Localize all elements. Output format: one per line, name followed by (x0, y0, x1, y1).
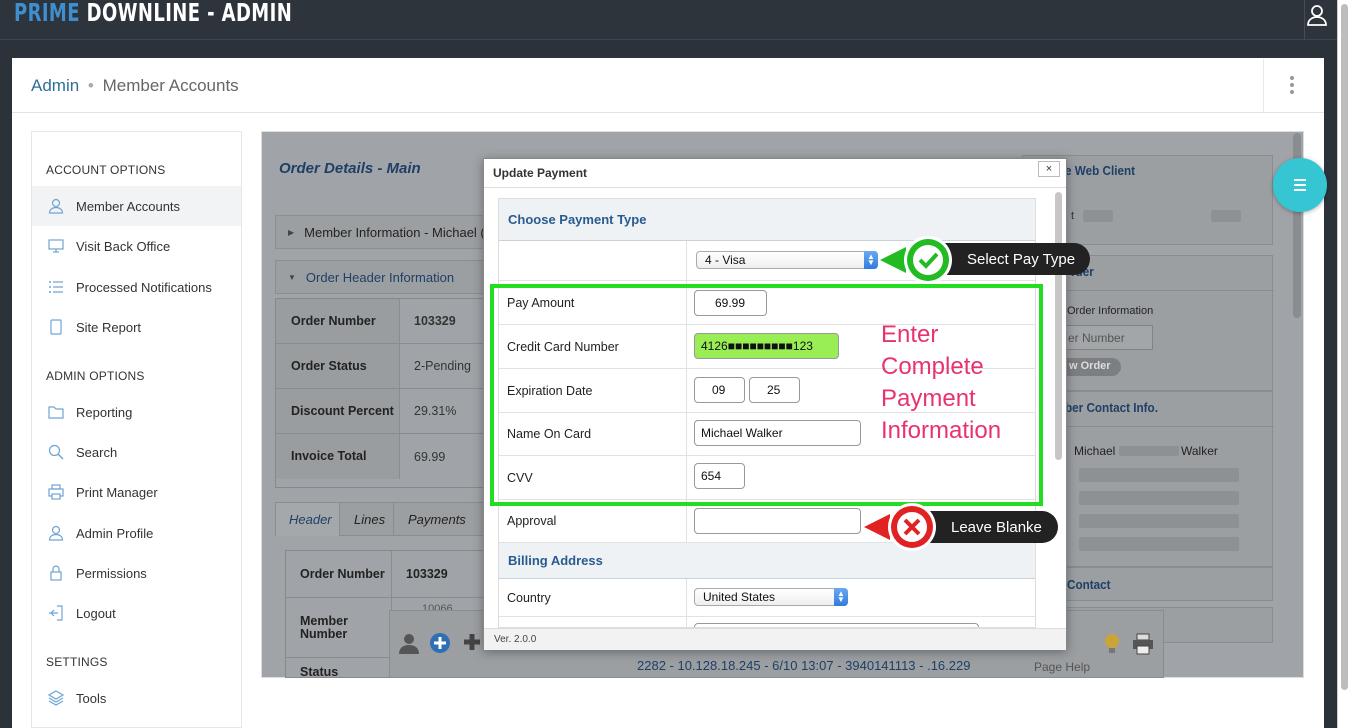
member-information-accordion[interactable]: ▶ Member Information - Michael (D (275, 215, 487, 249)
sidebar-section-settings: SETTINGS (46, 655, 108, 669)
menu-fab-button[interactable] (1273, 158, 1327, 212)
sidebar-item-tools[interactable]: Tools (32, 678, 241, 718)
order-number-input[interactable]: er Number (1061, 325, 1153, 350)
order-details-title: Order Details - Main (279, 160, 421, 177)
navbar-divider (1304, 0, 1305, 40)
modal-title: Update Payment (493, 166, 588, 180)
address-row (499, 617, 1035, 627)
select-arrows-icon: ▲ ▼ (834, 588, 848, 606)
header-divider (1263, 59, 1264, 112)
view-order-button[interactable]: w Order (1059, 358, 1121, 376)
table-row: Invoice Total 69.99 (276, 434, 486, 479)
printer-icon[interactable] (1131, 632, 1155, 656)
sidebar-item-visit-back-office[interactable]: Visit Back Office (32, 226, 241, 266)
lightbulb-icon[interactable] (1102, 632, 1122, 656)
breadcrumb: Admin • Member Accounts (31, 76, 239, 96)
breadcrumb-current: Member Accounts (102, 76, 239, 95)
sidebar-section-account: ACCOUNT OPTIONS (46, 163, 166, 177)
lock-icon (48, 565, 64, 581)
sidebar-item-print-manager[interactable]: Print Manager (32, 472, 241, 512)
table-row: Order Status 2-Pending (276, 344, 486, 389)
sidebar-item-processed-notifications[interactable]: Processed Notifications (32, 267, 241, 307)
search-icon (48, 444, 64, 460)
country-row: Country United States ▲ ▼ (499, 579, 1035, 617)
layers-icon (48, 690, 64, 706)
modal-footer-version: Ver. 2.0.0 (484, 628, 1066, 650)
user-account-icon[interactable] (1306, 4, 1328, 26)
breadcrumb-admin-link[interactable]: Admin (31, 76, 79, 95)
order-header-accordion[interactable]: ▼ Order Header Information (275, 260, 487, 294)
order-header-table: Order Number 103329 Order Status 2-Pending… (275, 298, 487, 488)
table-row: Order Number 103329 (286, 551, 486, 598)
page-help-link[interactable]: Page Help (1034, 660, 1090, 674)
sidebar-item-admin-profile[interactable]: Admin Profile (32, 513, 241, 553)
check-circle-icon (878, 235, 956, 285)
monitor-icon (48, 238, 64, 254)
payment-type-select[interactable]: 4 - Visa ▲ ▼ (696, 251, 878, 269)
chevron-down-icon: ▼ (288, 272, 296, 282)
sidebar-item-reporting[interactable]: Reporting (32, 392, 241, 432)
user-icon (48, 525, 64, 541)
printer-icon (48, 484, 64, 500)
table-row: Discount Percent 29.31% (276, 389, 486, 434)
sidebar-section-admin: ADMIN OPTIONS (46, 369, 145, 383)
sidebar-item-logout[interactable]: Logout (32, 593, 241, 633)
add-circle-icon[interactable] (429, 632, 451, 654)
list-icon (48, 279, 64, 295)
sidebar-item-site-report[interactable]: Site Report (32, 307, 241, 347)
brand-logo[interactable]: PRIME DOWNLINE - ADMIN (14, 0, 292, 27)
approval-input[interactable] (694, 508, 861, 534)
plus-icon[interactable] (462, 632, 482, 652)
country-select[interactable]: United States ▲ ▼ (694, 588, 848, 606)
sidebar: ACCOUNT OPTIONS Member Accounts Visit Ba… (31, 131, 242, 728)
logout-icon (48, 605, 64, 621)
tablet-icon (48, 319, 64, 335)
select-arrows-icon: ▲ ▼ (864, 251, 878, 269)
close-icon[interactable]: × (1038, 161, 1060, 177)
order-tabs: Header Lines Payments (275, 502, 487, 536)
person-icon[interactable] (398, 632, 420, 654)
table-row: Order Number 103329 (276, 299, 486, 344)
status-line: 2282 - 10.128.18.245 - 6/10 13:07 - 3940… (637, 658, 971, 673)
tab-payments[interactable]: Payments (394, 503, 487, 536)
page-scrollbar-thumb[interactable] (1341, 4, 1348, 690)
chevron-right-icon: ▶ (288, 227, 295, 237)
header-rule (12, 112, 1324, 113)
section-billing-address: Billing Address (499, 543, 1035, 579)
sidebar-item-member-accounts[interactable]: Member Accounts (32, 186, 241, 226)
tab-lines[interactable]: Lines (340, 503, 394, 536)
modal-scrollbar-thumb[interactable] (1055, 192, 1062, 460)
tab-header[interactable]: Header (276, 503, 340, 536)
breadcrumb-separator: • (87, 76, 94, 95)
folder-icon (48, 404, 64, 420)
more-options-icon[interactable] (1286, 74, 1298, 96)
enter-payment-annotation: Enter Complete Payment Information (881, 321, 1002, 444)
user-icon (48, 198, 64, 214)
hamburger-icon (1294, 179, 1306, 191)
sidebar-item-search[interactable]: Search (32, 432, 241, 472)
sidebar-item-permissions[interactable]: Permissions (32, 553, 241, 593)
modal-title-rule (484, 187, 1066, 188)
x-circle-icon (862, 502, 940, 552)
